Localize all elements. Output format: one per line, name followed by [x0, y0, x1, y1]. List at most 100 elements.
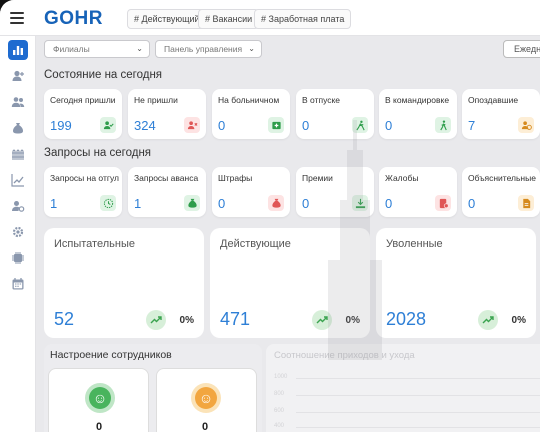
sidebar-item-devices[interactable] [8, 248, 28, 268]
sidebar-item-employees[interactable] [8, 92, 28, 112]
sidebar-item-analytics[interactable] [8, 170, 28, 190]
walking-icon [435, 117, 451, 133]
stat-card-value: 1 [134, 196, 142, 211]
summary-card[interactable]: Уволенные 2028 0% [376, 228, 536, 338]
add-user-icon [12, 70, 24, 81]
calendar-icon [12, 278, 24, 290]
period-button[interactable]: Ежедн [503, 40, 540, 58]
complaint-icon [435, 195, 451, 211]
sidebar-item-add-employee[interactable] [8, 66, 28, 86]
summary-card-percent: 0% [179, 315, 194, 326]
summary-card-value: 2028 [386, 309, 427, 329]
summary-card-value: 471 [220, 309, 251, 329]
sidebar-item-finance[interactable] [8, 118, 28, 138]
stat-card[interactable]: Запросы аванса 1 [128, 167, 206, 217]
stat-card[interactable]: В командировке 0 [379, 89, 457, 139]
dashboard-select[interactable]: Панель управления ⌄ [155, 40, 262, 58]
requests-title: Запросы на сегодня [44, 147, 152, 159]
mood-title: Настроение сотрудников [50, 349, 172, 361]
arrivals-departures-panel: Соотношение приходов и ухода 1000 800 60… [266, 344, 540, 432]
stat-card-label: Жалобы [385, 173, 419, 183]
fine-bag-icon [268, 195, 284, 211]
top-bar: GOHR # Действующий # Вакансии # Заработн… [0, 0, 540, 36]
branch-select[interactable]: Филиалы ⌄ [44, 40, 150, 58]
dashboard-select-value: Панель управления [164, 44, 243, 54]
stat-card-label: Премии [302, 173, 333, 183]
stat-card-label: Штрафы [218, 173, 253, 183]
late-user-icon [518, 117, 534, 133]
sidebar-item-attendance[interactable] [8, 144, 28, 164]
stat-card[interactable]: В отпуске 0 [296, 89, 374, 139]
neutral-face-icon: ☺ [191, 383, 221, 413]
sidebar-item-settings[interactable] [8, 222, 28, 242]
stat-card[interactable]: Не пришли 324 [128, 89, 206, 139]
sidebar-item-calendar[interactable] [8, 274, 28, 294]
grid-line [296, 427, 540, 428]
stat-card-label: Опоздавшие [468, 95, 519, 105]
stat-card-value: 199 [50, 118, 72, 133]
stat-card[interactable]: Запросы на отгул 1 [44, 167, 122, 217]
stat-card-value: 0 [468, 196, 476, 211]
hamburger-menu-icon[interactable] [9, 10, 25, 26]
mood-neutral-value: 0 [202, 421, 209, 432]
stat-card[interactable]: На больничном 0 [212, 89, 290, 139]
mood-card-happy[interactable]: ☺ 0 [48, 368, 149, 432]
summary-card[interactable]: Действующие 471 0% [210, 228, 370, 338]
stat-card-value: 0 [385, 118, 393, 133]
tag-active[interactable]: # Действующий [127, 9, 207, 29]
stat-card-value: 0 [218, 118, 226, 133]
stat-card-label: Не пришли [134, 95, 178, 105]
summary-card[interactable]: Испытательные 52 0% [44, 228, 204, 338]
summary-card-percent: 0% [345, 315, 360, 326]
chip-icon [12, 252, 24, 264]
stat-card-value: 7 [468, 118, 476, 133]
sick-icon [268, 117, 284, 133]
tick-label: 400 [274, 423, 285, 429]
tag-vacancies[interactable]: # Вакансии [198, 9, 260, 29]
stat-card[interactable]: Штрафы 0 [212, 167, 290, 217]
stat-card-value: 0 [218, 196, 226, 211]
summary-card-value: 52 [54, 309, 75, 329]
tag-salary[interactable]: # Заработная плата [254, 9, 352, 29]
chevron-down-icon: ⌄ [248, 44, 255, 53]
stat-card[interactable]: Сегодня пришли 199 [44, 89, 122, 139]
mood-happy-value: 0 [96, 421, 103, 432]
summary-card-label: Действующие [220, 238, 291, 250]
today-status-title: Состояние на сегодня [44, 69, 163, 81]
stat-card-value: 0 [385, 196, 393, 211]
sidebar-item-user-settings[interactable] [8, 196, 28, 216]
trend-up-icon [478, 310, 498, 330]
app-logo: GOHR [44, 8, 103, 29]
mood-card-neutral[interactable]: ☺ 0 [156, 368, 257, 432]
branch-select-value: Филиалы [53, 44, 90, 54]
users-icon [11, 97, 25, 107]
stat-card-label: На больничном [218, 95, 280, 105]
stat-card-value: 0 [302, 196, 310, 211]
stat-card-value: 324 [134, 118, 156, 133]
gear-icon [12, 226, 24, 238]
mood-panel: Настроение сотрудников ☺ 0 ☺ 0 [44, 344, 262, 432]
grid-line [296, 412, 540, 413]
chevron-down-icon: ⌄ [136, 44, 143, 53]
summary-card-percent: 0% [511, 315, 526, 326]
tick-label: 1000 [274, 374, 288, 380]
money-bag-icon [13, 123, 23, 134]
money-bag-icon [184, 195, 200, 211]
stat-card-label: Запросы аванса [134, 173, 199, 183]
stat-card-label: Объяснительные [468, 173, 536, 183]
sidebar-item-dashboard[interactable] [8, 40, 28, 60]
tick-label: 600 [274, 408, 285, 414]
summary-card-label: Уволенные [386, 238, 443, 250]
stat-card-label: В командировке [385, 95, 450, 105]
bonus-icon [352, 195, 368, 211]
stat-card[interactable]: Жалобы 0 [379, 167, 457, 217]
trend-up-icon [312, 310, 332, 330]
fence-icon [12, 149, 24, 160]
stat-card[interactable]: Опоздавшие 7 [462, 89, 540, 139]
stat-card[interactable]: Объяснительные 0 [462, 167, 540, 217]
trend-up-icon [146, 310, 166, 330]
grid-line [296, 378, 540, 379]
stat-card[interactable]: Премии 0 [296, 167, 374, 217]
document-icon [518, 195, 534, 211]
chart-panel-title: Соотношение приходов и ухода [274, 350, 415, 361]
